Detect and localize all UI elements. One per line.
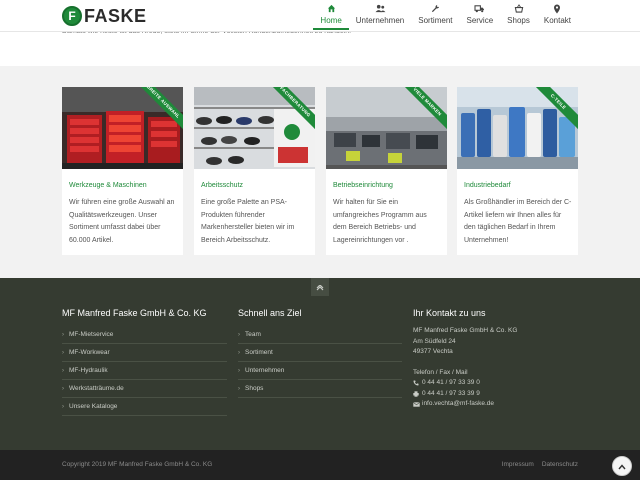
contact-company: MF Manfred Faske GmbH & Co. KG xyxy=(413,327,518,334)
impressum-link[interactable]: Impressum xyxy=(502,461,534,468)
site-header: F FASKE Home Unternehmen Sortiment Servi… xyxy=(0,0,640,32)
chevron-right-icon: › xyxy=(62,385,64,392)
card-text: Als Großhändler im Bereich der C- Artike… xyxy=(464,199,572,244)
card-betriebseinrichtung[interactable]: VIELE MARKEN Betriebseinrichtung Wir hal… xyxy=(326,87,447,255)
nav-label: Kontakt xyxy=(543,16,571,25)
basket-icon xyxy=(514,2,524,15)
nav-label: Sortiment xyxy=(418,16,453,25)
card-image-shoe-shelves: FACHBERATUNG xyxy=(194,87,315,169)
nav-item-kontakt[interactable]: Kontakt xyxy=(537,2,578,30)
card-image-tool-cabinets: BREITE AUSWAHL xyxy=(62,87,183,169)
footer-col-company: MF Manfred Faske GmbH & Co. KG › MF-Miets… xyxy=(62,308,227,416)
nav-label: Unternehmen xyxy=(355,16,405,25)
card-image-supplies: C-TEILE xyxy=(457,87,578,169)
scroll-to-top-button[interactable] xyxy=(612,456,632,476)
footer-link[interactable]: › MF-Workwear xyxy=(62,344,227,362)
nav-item-service[interactable]: Service xyxy=(459,2,500,30)
nav-label: Home xyxy=(320,16,342,25)
site-footer: MF Manfred Faske GmbH & Co. KG › MF-Miets… xyxy=(0,278,640,450)
nav-item-sortiment[interactable]: Sortiment xyxy=(411,2,459,30)
chevron-right-icon: › xyxy=(238,367,240,374)
footer-link[interactable]: › MF-Hydraulik xyxy=(62,362,227,380)
footer-col-contact: Ihr Kontakt zu uns MF Manfred Faske GmbH… xyxy=(413,308,578,410)
footer-up-button[interactable] xyxy=(311,278,329,296)
logo[interactable]: F FASKE xyxy=(62,6,147,26)
envelope-icon xyxy=(413,401,422,407)
card-text: Wir halten für Sie ein umfangreiches Pro… xyxy=(333,199,427,244)
main-nav: Home Unternehmen Sortiment Service Shops xyxy=(313,2,578,30)
nav-item-shops[interactable]: Shops xyxy=(500,2,537,30)
chevron-right-icon: › xyxy=(62,349,64,356)
contact-phone-label: Telefon / Fax / Mail xyxy=(413,368,468,376)
nav-label: Shops xyxy=(507,16,530,25)
footer-link[interactable]: › Sortiment xyxy=(238,344,402,362)
card-text: Eine große Palette an PSA-Produkten führ… xyxy=(201,199,295,244)
card-title[interactable]: Industriebedarf xyxy=(464,182,511,189)
chevron-right-icon: › xyxy=(62,403,64,410)
copyright: Copyright 2019 MF Manfred Faske GmbH & C… xyxy=(62,461,213,468)
nav-label: Service xyxy=(466,16,494,25)
logo-badge: F xyxy=(62,6,82,26)
wrench-icon xyxy=(431,2,440,15)
datenschutz-link[interactable]: Datenschutz xyxy=(542,461,578,468)
legal-links: Impressum Datenschutz xyxy=(502,461,578,468)
chevron-right-icon: › xyxy=(62,331,64,338)
intro-section: Damals wie heute ist das Kredo, stets im… xyxy=(0,28,640,66)
footer-heading: Ihr Kontakt zu uns xyxy=(413,308,486,318)
truck-icon xyxy=(474,2,485,15)
chevron-right-icon: › xyxy=(238,349,240,356)
card-industriebedarf[interactable]: C-TEILE Industriebedarf Als Großhändler … xyxy=(457,87,578,255)
bottom-bar: Copyright 2019 MF Manfred Faske GmbH & C… xyxy=(0,450,640,480)
card-title[interactable]: Betriebseinrichtung xyxy=(333,182,393,189)
card-title[interactable]: Werkzeuge & Maschinen xyxy=(69,182,147,189)
footer-link[interactable]: › Werkstatträume.de xyxy=(62,380,227,398)
card-image-workshop: VIELE MARKEN xyxy=(326,87,447,169)
contact-phone[interactable]: 0 44 41 / 97 33 39 0 xyxy=(413,378,578,389)
footer-link[interactable]: › Team xyxy=(238,326,402,344)
footer-heading: Schnell ans Ziel xyxy=(238,308,302,318)
chevron-up-icon xyxy=(618,457,626,475)
home-icon xyxy=(327,2,336,15)
contact-email[interactable]: info.vechta@mf-faske.de xyxy=(413,399,578,410)
chevron-right-icon: › xyxy=(238,331,240,338)
map-marker-icon xyxy=(553,2,561,15)
chevron-right-icon: › xyxy=(62,367,64,374)
printer-icon xyxy=(413,391,422,397)
chevron-up-icon xyxy=(316,278,324,296)
footer-link[interactable]: › Unternehmen xyxy=(238,362,402,380)
contact-street: Am Südfeld 24 xyxy=(413,337,456,345)
footer-link[interactable]: › Shops xyxy=(238,380,402,398)
chevron-right-icon: › xyxy=(238,385,240,392)
logo-text: FASKE xyxy=(84,5,147,26)
users-icon xyxy=(375,2,386,15)
card-arbeitsschutz[interactable]: FACHBERATUNG Arbeitsschutz Eine große Pa… xyxy=(194,87,315,255)
footer-link[interactable]: › Unsere Kataloge xyxy=(62,398,227,416)
footer-link[interactable]: › MF-Mietservice xyxy=(62,326,227,344)
card-werkzeuge[interactable]: BREITE AUSWAHL Werkzeuge & Maschinen Wir… xyxy=(62,87,183,255)
contact-fax: 0 44 41 / 97 33 39 9 xyxy=(413,389,578,400)
card-title[interactable]: Arbeitsschutz xyxy=(201,182,243,189)
phone-icon xyxy=(413,380,422,386)
nav-item-unternehmen[interactable]: Unternehmen xyxy=(349,2,411,30)
nav-item-home[interactable]: Home xyxy=(313,2,349,30)
card-text: Wir führen eine große Auswahl an Qualitä… xyxy=(69,199,175,244)
feature-cards: BREITE AUSWAHL Werkzeuge & Maschinen Wir… xyxy=(0,66,640,278)
footer-col-quicklinks: Schnell ans Ziel › Team › Sortiment › Unter… xyxy=(238,308,402,398)
contact-city: 49377 Vechta xyxy=(413,348,453,355)
footer-heading: MF Manfred Faske GmbH & Co. KG xyxy=(62,308,207,318)
